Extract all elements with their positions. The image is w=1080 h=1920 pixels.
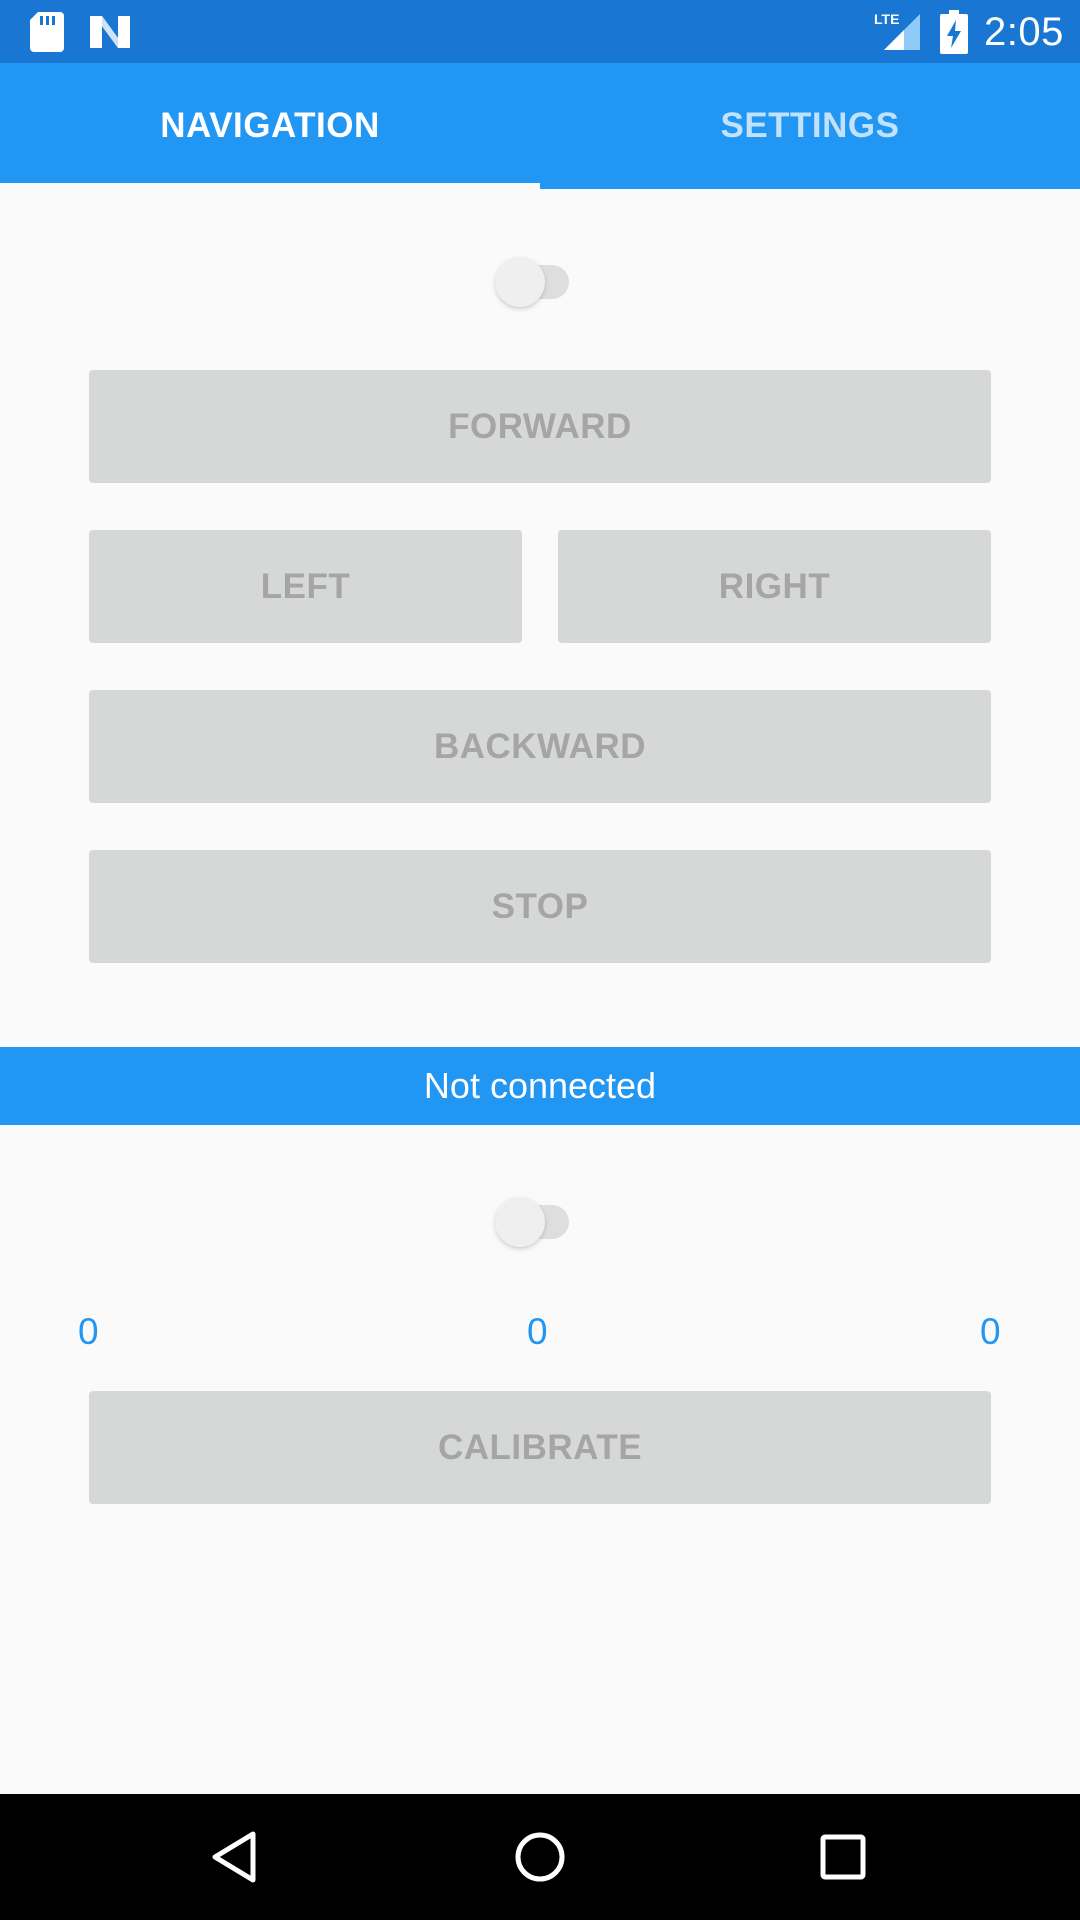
status-bar: LTE 2:05 — [0, 0, 1080, 63]
svg-text:LTE: LTE — [874, 11, 899, 27]
battery-charging-icon — [940, 10, 968, 54]
tab-navigation[interactable]: NAVIGATION — [0, 63, 540, 189]
switch-thumb — [495, 1197, 545, 1247]
backward-button[interactable]: BACKWARD — [89, 690, 991, 803]
right-button[interactable]: RIGHT — [558, 530, 991, 643]
system-navigation-bar — [0, 1794, 1080, 1920]
forward-button[interactable]: FORWARD — [89, 370, 991, 483]
sd-card-icon — [30, 12, 64, 52]
navigation-enable-switch[interactable] — [485, 247, 575, 307]
connection-status-banner: Not connected — [0, 1047, 1080, 1125]
calibration-switch[interactable] — [485, 1187, 575, 1247]
readout-value-1: 0 — [78, 1311, 99, 1352]
back-icon[interactable] — [203, 1824, 269, 1890]
switch-thumb — [495, 257, 545, 307]
n-notification-icon — [90, 16, 130, 48]
recents-icon[interactable] — [810, 1824, 876, 1890]
tab-indicator — [0, 183, 540, 189]
lte-signal-icon: LTE — [874, 11, 920, 50]
home-icon[interactable] — [507, 1824, 573, 1890]
readout-value-3: 0 — [980, 1311, 1001, 1352]
stop-button[interactable]: STOP — [89, 850, 991, 963]
readout-value-2: 0 — [527, 1311, 548, 1352]
tab-settings[interactable]: SETTINGS — [540, 63, 1080, 189]
left-button[interactable]: LEFT — [89, 530, 522, 643]
calibrate-button[interactable]: CALIBRATE — [89, 1391, 991, 1504]
status-time: 2:05 — [984, 10, 1064, 54]
tab-bar: NAVIGATION SETTINGS — [0, 63, 1080, 189]
